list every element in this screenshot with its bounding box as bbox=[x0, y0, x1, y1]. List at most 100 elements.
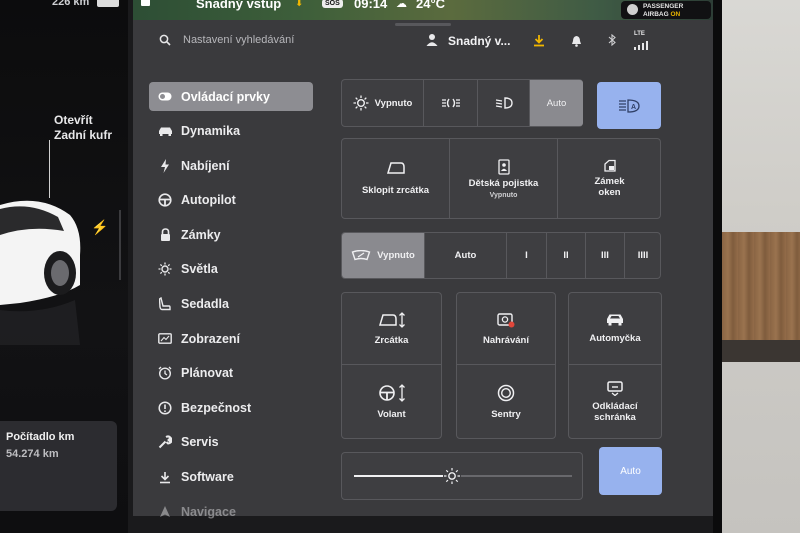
sidebar-item-autopilot[interactable]: Autopilot bbox=[149, 186, 313, 215]
airbag-state: ON bbox=[670, 11, 681, 18]
download-icon[interactable]: ⬇ bbox=[295, 0, 303, 9]
brightness-fill bbox=[354, 475, 444, 477]
sidebar-item-label: Software bbox=[181, 470, 234, 485]
sidebar-item-label: Zobrazení bbox=[181, 331, 241, 346]
mirrors-label: Zrcátka bbox=[374, 334, 409, 346]
sidebar-item-label: Světla bbox=[181, 262, 218, 277]
recording-button[interactable]: Nahrávání bbox=[457, 293, 555, 365]
sos-badge[interactable]: SOS bbox=[322, 0, 343, 8]
bell-icon[interactable] bbox=[571, 35, 582, 47]
bluetooth-icon[interactable] bbox=[608, 34, 616, 46]
sidebar-item-label: Nabíjení bbox=[181, 158, 230, 173]
sidebar-item-controls[interactable]: Ovládací prvky bbox=[149, 82, 313, 111]
car-wash-button[interactable]: Automyčka bbox=[569, 293, 661, 365]
driver-profile-label[interactable]: Snadný vstup bbox=[196, 0, 281, 11]
wipers-auto-label: Auto bbox=[454, 250, 477, 261]
sentry-button[interactable]: Sentry bbox=[457, 365, 555, 438]
open-trunk-button[interactable]: Otevřít Zadní kufr bbox=[54, 113, 112, 143]
window-lock-button[interactable]: Zámek oken bbox=[558, 139, 661, 218]
fold-mirrors-label: Sklopit zrcátka bbox=[361, 185, 430, 196]
outside-temperature: 24°C bbox=[416, 0, 446, 11]
wipers-off-option[interactable]: Vypnuto bbox=[342, 233, 425, 278]
airbag-line1: PASSENGER bbox=[643, 3, 684, 10]
lights-auto-option[interactable]: Auto bbox=[530, 80, 583, 126]
wiper-speed-4[interactable]: IIII bbox=[625, 233, 661, 278]
sidebar-item-label: Sedadla bbox=[181, 297, 229, 312]
recording-label: Nahrávání bbox=[483, 334, 529, 346]
parking-lights-icon bbox=[441, 98, 460, 108]
brightness-auto-button[interactable]: Auto bbox=[599, 447, 662, 495]
odometer-title: Počítadlo km bbox=[6, 431, 75, 443]
sidebar-item-display[interactable]: Zobrazení bbox=[149, 324, 313, 353]
steering-adjust-button[interactable]: Volant bbox=[342, 365, 441, 438]
sidebar-item-service[interactable]: Servis bbox=[149, 428, 313, 457]
svg-text:A: A bbox=[631, 104, 636, 111]
download-icon[interactable] bbox=[533, 34, 545, 47]
signal-bars-icon bbox=[634, 41, 648, 50]
sidebar-item-schedule[interactable]: Plánovat bbox=[149, 359, 313, 388]
user-icon[interactable] bbox=[425, 33, 439, 47]
sidebar-item-label: Zámky bbox=[181, 227, 221, 242]
glovebox-line1: Odkládací bbox=[592, 400, 638, 412]
wiper-speed-3[interactable]: III bbox=[586, 233, 625, 278]
drag-handle[interactable] bbox=[395, 23, 451, 26]
window-lock-line2: oken bbox=[598, 187, 621, 198]
child-lock-button[interactable]: Dětská pojistka Vypnuto bbox=[450, 139, 558, 218]
lights-off-option[interactable]: Vypnuto bbox=[342, 80, 424, 126]
sidebar-item-label: Dynamika bbox=[181, 124, 241, 139]
search-input[interactable] bbox=[183, 32, 383, 48]
download-icon bbox=[149, 471, 181, 484]
steering-wheel-icon bbox=[149, 193, 181, 207]
brightness-track[interactable] bbox=[354, 467, 572, 485]
search-icon bbox=[159, 34, 171, 46]
auto-high-beam-icon: A bbox=[619, 98, 640, 113]
clock: 09:14 bbox=[354, 0, 388, 11]
lock-icon[interactable] bbox=[141, 0, 150, 6]
auto-high-beam-button[interactable]: A bbox=[597, 82, 661, 129]
mirrors-steering-card: Zrcátka Volant bbox=[341, 292, 442, 439]
wrench-icon bbox=[149, 435, 181, 449]
charge-port-icon[interactable]: ⚡ bbox=[91, 219, 108, 236]
sidebar-item-charging[interactable]: Nabíjení bbox=[149, 151, 313, 180]
brightness-auto-label: Auto bbox=[620, 465, 641, 477]
bolt-icon bbox=[149, 158, 181, 173]
sidebar-item-seats[interactable]: Sedadla bbox=[149, 290, 313, 319]
brightness-slider-thumb[interactable] bbox=[443, 467, 462, 485]
weather-icon: ☁ bbox=[396, 0, 407, 10]
sidebar-item-safety[interactable]: Bezpečnost bbox=[149, 393, 313, 422]
dash-shadow bbox=[722, 340, 800, 362]
display-icon bbox=[149, 333, 181, 345]
car-wash-icon bbox=[607, 314, 623, 326]
wipers-auto-option[interactable]: Auto bbox=[425, 233, 507, 278]
glovebox-button[interactable]: Odkládací schránka bbox=[569, 365, 661, 438]
alarm-clock-icon bbox=[149, 366, 181, 380]
sentry-icon bbox=[497, 384, 515, 401]
sidebar-item-label: Autopilot bbox=[181, 193, 236, 208]
car-icon bbox=[149, 126, 181, 137]
glovebox-icon bbox=[607, 380, 623, 396]
quick-controls: Sklopit zrcátka Dětská pojistka Vypnuto … bbox=[341, 138, 661, 219]
window-lock-icon bbox=[603, 159, 616, 172]
sidebar-item-label: Navigace bbox=[181, 504, 236, 519]
sidebar-item-label: Ovládací prvky bbox=[181, 89, 270, 104]
sidebar-item-software[interactable]: Software bbox=[149, 463, 313, 492]
sidebar-item-lights[interactable]: Světla bbox=[149, 255, 313, 284]
low-beam-option[interactable] bbox=[478, 80, 530, 126]
brightness-control bbox=[341, 452, 583, 500]
wiper-speed-2[interactable]: II bbox=[547, 233, 586, 278]
wiper-speed-label: II bbox=[563, 250, 569, 261]
child-lock-label: Dětská pojistka bbox=[468, 177, 539, 189]
lock-icon bbox=[149, 228, 181, 242]
fold-mirrors-button[interactable]: Sklopit zrcátka bbox=[342, 139, 450, 218]
sun-icon bbox=[353, 95, 369, 111]
sidebar-item-locks[interactable]: Zámky bbox=[149, 220, 313, 249]
mirrors-adjust-button[interactable]: Zrcátka bbox=[342, 293, 441, 365]
wiper-speed-1[interactable]: I bbox=[507, 233, 547, 278]
parking-lights-option[interactable] bbox=[424, 80, 478, 126]
odometer-card: Počítadlo km 54.274 km bbox=[0, 421, 117, 511]
sidebar-item-dynamics[interactable]: Dynamika bbox=[149, 117, 313, 146]
sidebar-item-navigation[interactable]: Navigace bbox=[149, 497, 313, 526]
seat-icon bbox=[149, 297, 181, 311]
battery-icon bbox=[97, 0, 119, 7]
user-profile-name[interactable]: Snadný v... bbox=[448, 34, 510, 48]
